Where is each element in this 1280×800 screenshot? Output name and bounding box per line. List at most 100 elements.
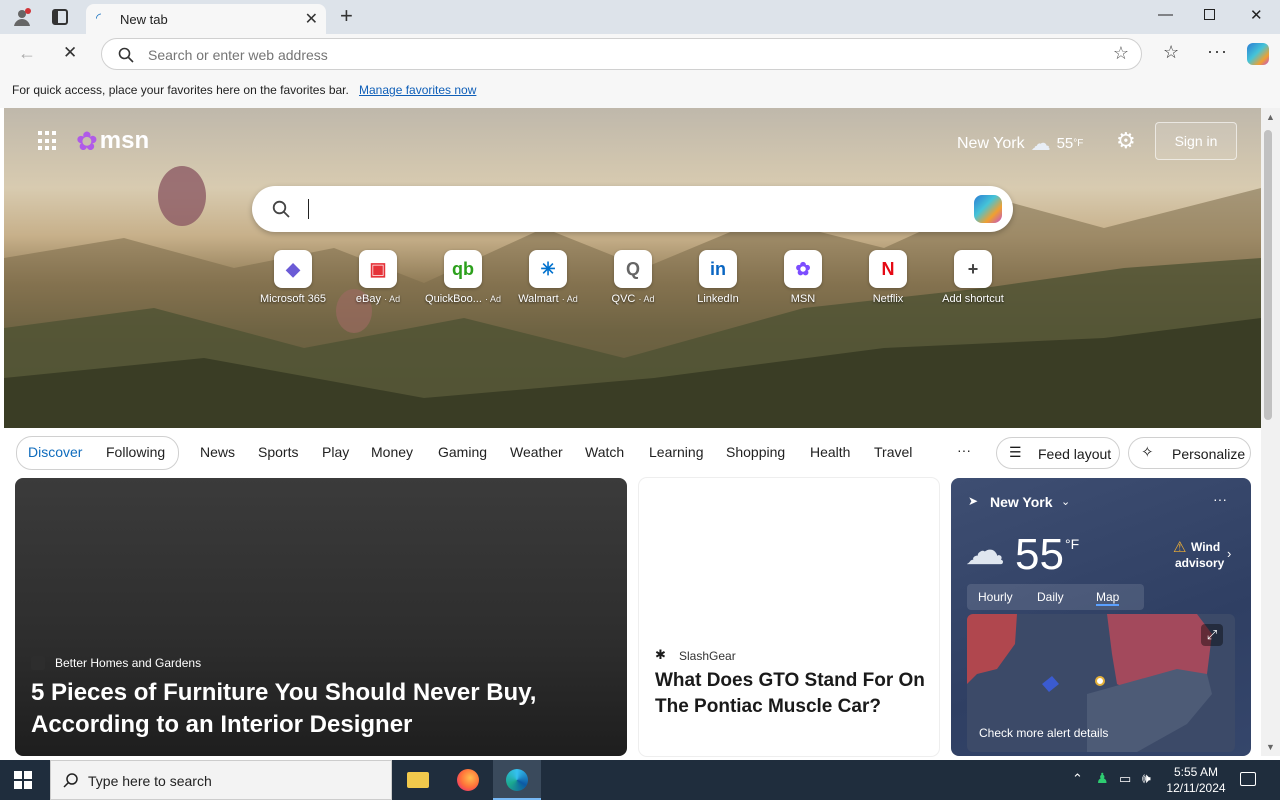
weather-unit: °F — [1065, 536, 1080, 552]
shortcut-tile[interactable]: + Add shortcut — [931, 250, 1015, 305]
taskbar-search-box[interactable]: Type here to search — [50, 760, 392, 800]
scrollbar-thumb[interactable] — [1264, 130, 1272, 420]
web-search-box[interactable] — [252, 186, 1013, 232]
chevron-up-icon[interactable]: ⌃ — [1072, 771, 1083, 787]
start-button[interactable] — [14, 771, 32, 789]
msn-butterfly-icon: ✿ — [76, 125, 98, 156]
network-icon[interactable]: ▭ — [1119, 771, 1131, 787]
weather-card[interactable]: ➤ New York ⌄ ··· ☁ 55 °F ⚠ Wind advisory… — [951, 478, 1251, 756]
shortcut-tile[interactable]: ◆ Microsoft 365 — [251, 250, 335, 305]
weather-tab-daily[interactable]: Daily — [1037, 590, 1064, 604]
nav-item-money[interactable]: Money — [371, 444, 413, 460]
weather-map[interactable]: ⤢ Check more alert details — [967, 614, 1235, 752]
article-headline[interactable]: What Does GTO Stand For On The Pontiac M… — [655, 668, 925, 720]
feed-layout-button[interactable]: ☰ Feed layout — [996, 437, 1120, 469]
nav-item-health[interactable]: Health — [810, 444, 850, 460]
nav-item-news[interactable]: News — [200, 444, 235, 460]
text-cursor — [308, 199, 309, 219]
shortcut-tile[interactable]: N Netflix — [846, 250, 930, 305]
feed-nav: Discover Following News Sports Play Money Ga… — [0, 432, 1261, 474]
shortcut-tile[interactable]: ✿ MSN — [761, 250, 845, 305]
map-location-marker — [1095, 676, 1105, 686]
nav-item-gaming[interactable]: Gaming — [438, 444, 487, 460]
shortcut-label: Walmart · Ad — [518, 293, 578, 305]
minimize-button[interactable]: — — [1158, 6, 1173, 23]
copilot-search-icon[interactable] — [974, 195, 1002, 223]
tab-following[interactable]: Following — [106, 444, 165, 460]
profile-icon[interactable] — [12, 7, 32, 27]
expand-map-icon[interactable]: ⤢ — [1201, 624, 1223, 646]
shortcut-label: QVC · Ad — [611, 293, 655, 305]
nav-item-learning[interactable]: Learning — [649, 444, 704, 460]
search-icon — [118, 47, 134, 63]
shortcut-label: MSN — [790, 293, 816, 305]
shortcut-tile[interactable]: ✳ Walmart · Ad — [506, 250, 590, 305]
favorites-icon[interactable]: ☆ — [1163, 42, 1179, 63]
address-bar[interactable]: ☆ — [101, 38, 1142, 70]
manage-favorites-link[interactable]: Manage favorites now — [359, 83, 476, 97]
nav-item-shopping[interactable]: Shopping — [726, 444, 785, 460]
location-label: New York — [957, 134, 1025, 152]
cloud-icon: ☁ — [965, 529, 1005, 573]
shortcut-logo-icon: ✿ — [784, 250, 822, 288]
personalize-button[interactable]: ✧ Personalize — [1128, 437, 1251, 469]
alert-line1[interactable]: Wind — [1191, 540, 1220, 554]
apps-launcher-icon[interactable] — [38, 131, 58, 151]
more-categories-icon[interactable]: ··· — [957, 442, 971, 458]
weather-tab-map[interactable]: Map — [1096, 590, 1120, 606]
nav-item-watch[interactable]: Watch — [585, 444, 624, 460]
location-arrow-icon: ➤ — [968, 494, 979, 508]
tab-discover[interactable]: Discover — [28, 444, 82, 460]
taskbar-search-placeholder: Type here to search — [88, 773, 212, 789]
card-more-icon[interactable]: ··· — [1213, 491, 1227, 507]
tab-actions-icon[interactable] — [52, 9, 68, 25]
file-explorer-icon[interactable] — [407, 772, 429, 788]
favorite-star-icon[interactable]: ☆ — [1113, 43, 1129, 64]
shortcut-tile[interactable]: qb QuickBoo... · Ad — [421, 250, 505, 305]
alert-line2[interactable]: advisory — [1175, 556, 1224, 570]
weather-summary[interactable]: New York ☁ 55 °F — [957, 131, 1083, 156]
settings-gear-icon[interactable]: ⚙ — [1116, 128, 1136, 154]
copilot-icon[interactable] — [1247, 43, 1269, 65]
tab-new-tab[interactable]: ◜ New tab ✕ — [86, 4, 326, 34]
restore-button[interactable] — [1204, 9, 1215, 20]
chevron-down-icon[interactable]: ⌄ — [1061, 495, 1070, 508]
weather-location[interactable]: New York — [990, 494, 1053, 510]
feature-article-card[interactable]: Better Homes and Gardens 5 Pieces of Fur… — [15, 478, 627, 756]
nav-item-travel[interactable]: Travel — [874, 444, 912, 460]
loading-icon: ◜ — [96, 10, 102, 25]
more-options-icon[interactable]: ··· — [1207, 41, 1228, 62]
browser-toolbar: ← ✕ ☆ ☆ ··· — [0, 34, 1280, 74]
nav-item-sports[interactable]: Sports — [258, 444, 298, 460]
alert-details-link[interactable]: Check more alert details — [979, 726, 1108, 740]
volume-icon[interactable]: 🕪 — [1142, 770, 1151, 787]
nav-item-play[interactable]: Play — [322, 444, 349, 460]
chevron-right-icon[interactable]: › — [1227, 546, 1231, 561]
close-tab-icon[interactable]: ✕ — [305, 9, 318, 29]
nav-item-weather[interactable]: Weather — [510, 444, 563, 460]
shortcut-tile[interactable]: Q QVC · Ad — [591, 250, 675, 305]
sign-in-label: Sign in — [1174, 133, 1218, 149]
clock-date: 12/11/2024 — [1166, 781, 1226, 795]
firefox-icon[interactable] — [457, 769, 479, 791]
stop-loading-button[interactable]: ✕ — [63, 43, 77, 63]
scroll-down-arrow[interactable]: ▼ — [1266, 742, 1275, 752]
msn-logo[interactable]: ✿ msn — [76, 126, 149, 156]
article-card[interactable]: ✱ SlashGear What Does GTO Stand For On T… — [639, 478, 939, 756]
article-headline[interactable]: 5 Pieces of Furniture You Should Never B… — [31, 677, 591, 741]
shortcut-tile[interactable]: ▣ eBay · Ad — [336, 250, 420, 305]
clock[interactable]: 5:55 AM 12/11/2024 — [1162, 764, 1230, 796]
notification-icon[interactable] — [1240, 772, 1256, 786]
close-window-button[interactable]: ✕ — [1250, 6, 1263, 24]
weather-temp: 55 — [1015, 530, 1064, 579]
scroll-up-arrow[interactable]: ▲ — [1266, 112, 1275, 122]
favorites-bar: For quick access, place your favorites h… — [0, 74, 1280, 108]
new-tab-button[interactable]: + — [340, 3, 353, 29]
address-input[interactable] — [148, 45, 1048, 65]
user-status-icon[interactable]: ♟ — [1096, 770, 1109, 787]
edge-taskbar-button[interactable] — [493, 760, 541, 800]
back-button[interactable]: ← — [18, 43, 36, 64]
weather-tab-hourly[interactable]: Hourly — [978, 590, 1013, 604]
sign-in-button[interactable]: Sign in — [1155, 122, 1237, 160]
shortcut-tile[interactable]: in LinkedIn — [676, 250, 760, 305]
